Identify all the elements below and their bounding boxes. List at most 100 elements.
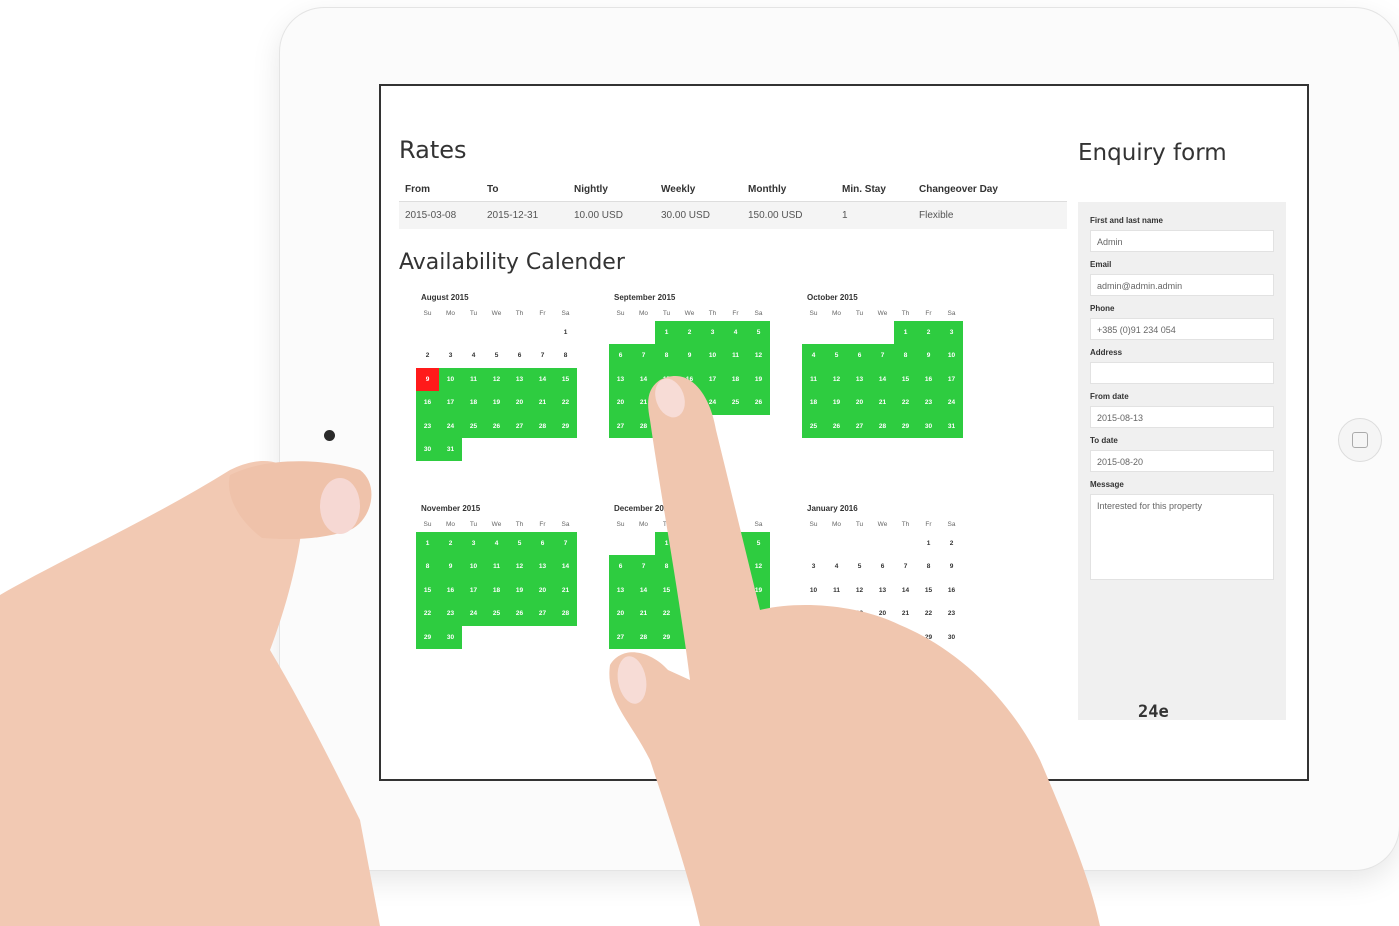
calendar-day[interactable]: 4 <box>724 321 747 345</box>
calendar-day[interactable]: 18 <box>724 367 747 392</box>
calendar-day[interactable]: 25 <box>462 414 485 438</box>
calendar-day[interactable]: 25 <box>485 602 508 626</box>
calendar-day[interactable]: 13 <box>508 367 531 392</box>
calendar-day[interactable]: 7 <box>894 555 917 578</box>
calendar-day[interactable]: 11 <box>485 555 508 579</box>
calendar-day[interactable]: 13 <box>609 578 632 603</box>
calendar-day[interactable]: 15 <box>917 579 940 602</box>
calendar-day[interactable]: 5 <box>508 532 531 556</box>
phone-field[interactable]: +385 (0)91 234 054 <box>1090 318 1274 340</box>
calendar-day[interactable]: 9 <box>439 555 462 579</box>
calendar-day[interactable]: 30 <box>917 414 940 438</box>
calendar-day[interactable]: 13 <box>871 579 894 602</box>
calendar-day[interactable]: 2 <box>940 532 963 555</box>
calendar-day[interactable]: 1 <box>894 321 917 345</box>
calendar-day[interactable]: 26 <box>848 626 871 649</box>
calendar-day[interactable]: 13 <box>531 555 554 579</box>
calendar-day[interactable]: 8 <box>894 344 917 368</box>
calendar-day[interactable]: 26 <box>825 414 848 438</box>
calendar-day[interactable]: 23 <box>678 602 701 626</box>
calendar-day[interactable]: 26 <box>747 391 770 415</box>
calendar-day[interactable]: 23 <box>917 391 940 415</box>
calendar-day[interactable]: 20 <box>609 602 632 626</box>
calendar-day[interactable]: 14 <box>894 579 917 602</box>
calendar-day[interactable]: 2 <box>439 532 462 556</box>
calendar-day[interactable]: 26 <box>485 414 508 438</box>
calendar-day[interactable]: 30 <box>678 625 701 649</box>
calendar-day[interactable]: 25 <box>724 391 747 415</box>
address-field[interactable] <box>1090 362 1274 384</box>
calendar-day[interactable]: 4 <box>802 344 825 368</box>
calendar-day[interactable]: 22 <box>655 602 678 626</box>
calendar-day[interactable]: 27 <box>508 414 531 438</box>
calendar-day[interactable]: 16 <box>439 578 462 603</box>
calendar-day[interactable]: 16 <box>678 367 701 392</box>
calendar-day[interactable]: 14 <box>632 367 655 392</box>
calendar-day[interactable]: 14 <box>554 555 577 579</box>
calendar-day[interactable]: 21 <box>632 391 655 415</box>
calendar-day[interactable]: 18 <box>724 578 747 603</box>
calendar-day[interactable]: 6 <box>531 532 554 556</box>
calendar-day[interactable]: 15 <box>655 578 678 603</box>
calendar-day[interactable]: 2 <box>678 532 701 556</box>
calendar-day[interactable]: 10 <box>701 344 724 368</box>
calendar-day[interactable]: 10 <box>701 555 724 579</box>
calendar-day[interactable]: 10 <box>802 579 825 602</box>
calendar-day[interactable]: 16 <box>917 367 940 392</box>
calendar-day[interactable]: 18 <box>485 578 508 603</box>
calendar-day[interactable]: 30 <box>416 437 439 462</box>
calendar-day[interactable]: 8 <box>655 555 678 579</box>
calendar-day[interactable]: 24 <box>439 414 462 438</box>
calendar-day[interactable]: 5 <box>747 321 770 345</box>
calendar-day[interactable]: 23 <box>416 414 439 438</box>
calendar-day[interactable]: 17 <box>439 391 462 415</box>
calendar-day[interactable]: 31 <box>701 626 724 649</box>
calendar-day[interactable]: 18 <box>825 602 848 625</box>
calendar-day[interactable]: 29 <box>554 414 577 438</box>
calendar-day[interactable]: 24 <box>701 602 724 626</box>
calendar-day[interactable]: 22 <box>554 391 577 415</box>
calendar-day[interactable]: 19 <box>848 602 871 625</box>
calendar-day[interactable]: 14 <box>871 367 894 392</box>
calendar-day[interactable]: 24 <box>802 626 825 649</box>
calendar-day[interactable]: 9 <box>940 555 963 578</box>
calendar-day[interactable]: 22 <box>917 602 940 625</box>
calendar-day[interactable]: 27 <box>531 602 554 626</box>
calendar-day[interactable]: 17 <box>940 367 963 392</box>
calendar-day[interactable]: 27 <box>609 414 632 438</box>
calendar-day[interactable]: 25 <box>825 626 848 649</box>
calendar-day[interactable]: 1 <box>655 321 678 345</box>
calendar-day[interactable]: 19 <box>485 391 508 415</box>
calendar-day[interactable]: 6 <box>609 555 632 579</box>
calendar-day[interactable]: 18 <box>462 391 485 415</box>
calendar-day[interactable]: 11 <box>462 367 485 392</box>
calendar-day[interactable]: 24 <box>940 391 963 415</box>
calendar-day[interactable]: 2 <box>416 344 439 367</box>
calendar-day[interactable]: 7 <box>871 344 894 368</box>
calendar-day[interactable]: 11 <box>724 555 747 579</box>
calendar-day[interactable]: 14 <box>632 578 655 603</box>
calendar-day[interactable]: 22 <box>655 391 678 415</box>
calendar-day[interactable]: 30 <box>678 414 701 438</box>
calendar-day[interactable]: 25 <box>802 414 825 438</box>
calendar-day[interactable]: 16 <box>416 391 439 415</box>
calendar-day[interactable]: 30 <box>439 625 462 649</box>
calendar-day[interactable]: 26 <box>747 602 770 626</box>
calendar-day[interactable]: 19 <box>508 578 531 603</box>
calendar-day[interactable]: 10 <box>940 344 963 368</box>
calendar-day[interactable]: 7 <box>632 344 655 368</box>
calendar-day[interactable]: 2 <box>917 321 940 345</box>
calendar-day[interactable]: 15 <box>554 367 577 392</box>
calendar-day[interactable]: 4 <box>485 532 508 556</box>
calendar-day[interactable]: 16 <box>940 579 963 602</box>
calendar-day[interactable]: 15 <box>894 367 917 392</box>
calendar-day[interactable]: 3 <box>701 321 724 345</box>
calendar-day[interactable]: 28 <box>871 414 894 438</box>
calendar-day[interactable]: 27 <box>609 625 632 649</box>
calendar-day[interactable]: 17 <box>701 367 724 392</box>
calendar-day[interactable]: 1 <box>416 532 439 556</box>
calendar-day[interactable]: 3 <box>940 321 963 345</box>
calendar-day[interactable]: 1 <box>917 532 940 555</box>
calendar-day[interactable]: 5 <box>848 555 871 578</box>
calendar-day[interactable]: 8 <box>655 344 678 368</box>
